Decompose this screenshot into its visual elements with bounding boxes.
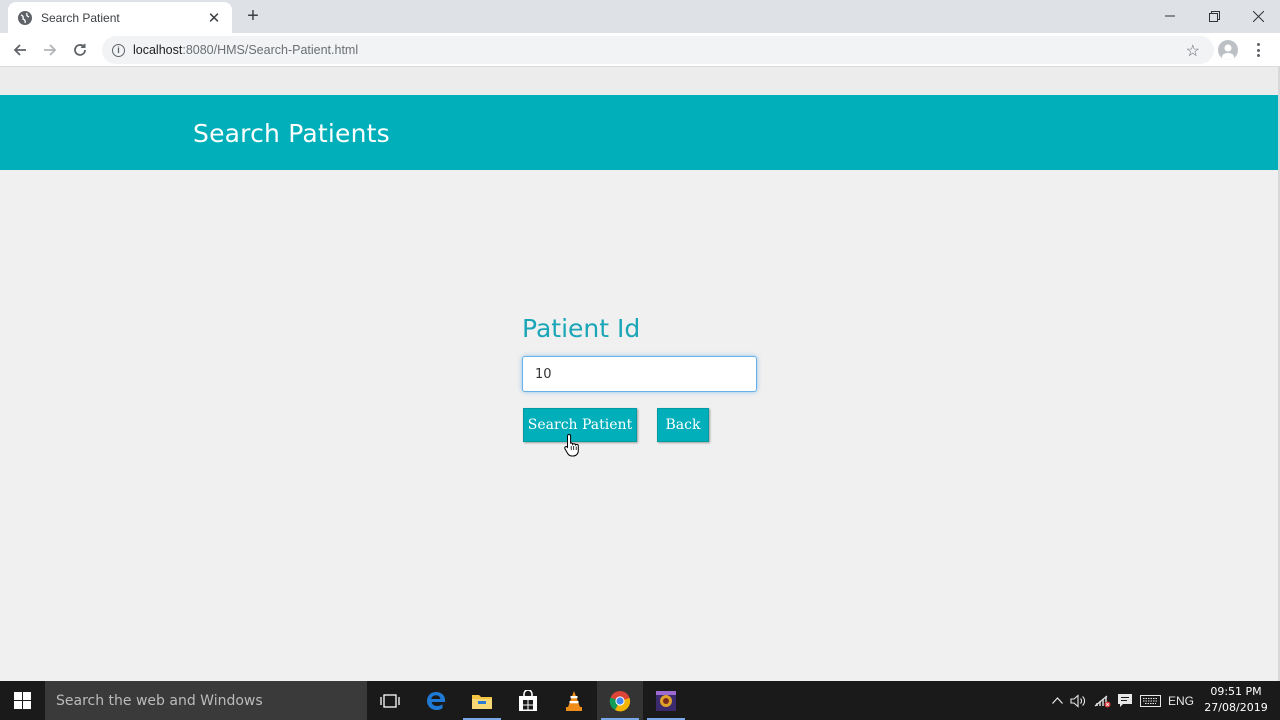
volume-icon[interactable] [1068,681,1090,720]
back-arrow-icon[interactable] [7,37,33,63]
new-tab-button[interactable]: + [242,5,264,27]
network-icon[interactable] [1091,681,1113,720]
page-content: Search Patients Patient Id Search Patien… [0,67,1278,681]
search-patient-button[interactable]: Search Patient [523,408,637,442]
taskbar-clock[interactable]: 09:51 PM 27/08/2019 [1198,684,1274,716]
close-window-button[interactable] [1236,0,1280,32]
clock-date: 27/08/2019 [1204,701,1268,714]
patient-id-label: Patient Id [522,314,641,343]
language-indicator[interactable]: ENG [1164,681,1198,720]
menu-icon[interactable] [1250,39,1266,61]
browser-toolbar: i localhost:8080/HMS/Search-Patient.html… [0,33,1280,67]
browser-tab[interactable]: Search Patient ✕ [8,2,232,33]
taskbar-search-placeholder: Search the web and Windows [56,692,263,709]
app-icon[interactable] [643,681,689,720]
globe-icon [18,10,32,25]
close-icon[interactable]: ✕ [206,9,222,27]
top-strip [0,67,1278,95]
restore-button[interactable] [1192,0,1236,32]
search-form: Patient Id Search Patient Back [522,314,762,442]
store-icon[interactable] [505,681,551,720]
back-button[interactable]: Back [657,408,709,442]
profile-icon[interactable] [1218,40,1238,60]
forward-arrow-icon[interactable] [37,37,63,63]
tab-title: Search Patient [41,10,120,25]
page-header: Search Patients [0,95,1278,170]
url-path: :8080/HMS/Search-Patient.html [182,43,359,57]
file-explorer-icon[interactable] [459,681,505,720]
url-host: localhost [133,43,183,57]
browser-tab-bar: Search Patient ✕ + [0,0,1280,33]
vlc-icon[interactable] [551,681,597,720]
reload-icon[interactable] [67,37,93,63]
minimize-button[interactable] [1148,0,1192,32]
info-icon[interactable]: i [112,43,125,57]
edge-icon[interactable] [413,681,459,720]
hand-cursor-icon [564,433,580,462]
patient-id-input[interactable] [522,356,757,392]
chevron-up-icon[interactable] [1048,681,1066,720]
star-icon[interactable]: ☆ [1186,41,1200,61]
chrome-icon[interactable] [597,681,643,720]
address-bar[interactable]: i localhost:8080/HMS/Search-Patient.html… [102,36,1214,64]
notifications-icon[interactable] [1114,681,1136,720]
keyboard-icon[interactable] [1138,681,1162,720]
clock-time: 09:51 PM [1210,685,1262,698]
page-title: Search Patients [193,119,390,148]
taskbar-search-box[interactable]: Search the web and Windows [45,681,367,720]
task-view-icon[interactable] [367,681,413,720]
taskbar: Search the web and Windows ENG 09:51 PM … [0,681,1280,720]
windows-start-icon[interactable] [0,681,45,720]
